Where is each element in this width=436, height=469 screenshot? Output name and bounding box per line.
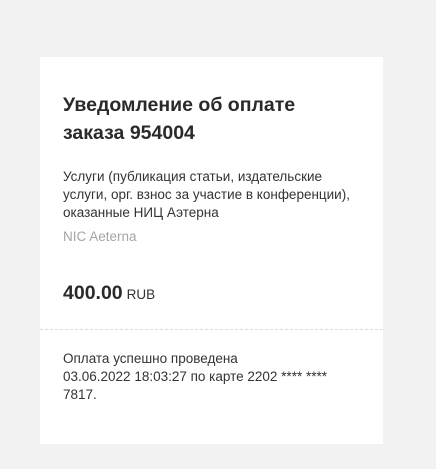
- dashed-divider: [40, 329, 383, 330]
- payment-status-message: Оплата успешно проведена: [63, 351, 238, 366]
- payment-status-details: 03.06.2022 18:03:27 по карте 2202 **** *…: [63, 369, 327, 402]
- merchant-name: NIC Aeterna: [63, 229, 137, 244]
- payment-amount: 400.00: [63, 282, 123, 304]
- payment-notification-card: Уведомление об оплате заказа 954004 Услу…: [40, 57, 383, 444]
- payment-status-section: Оплата успешно проведена 03.06.2022 18:0…: [63, 350, 363, 404]
- order-description: Услуги (публикация статьи, издательские …: [63, 169, 350, 220]
- payment-currency: RUB: [126, 287, 156, 302]
- amount-row: 400.00 RUB: [63, 282, 360, 305]
- page-title: Уведомление об оплате заказа 954004: [63, 94, 296, 144]
- card-header-section: Уведомление об оплате заказа 954004 Услу…: [40, 57, 383, 305]
